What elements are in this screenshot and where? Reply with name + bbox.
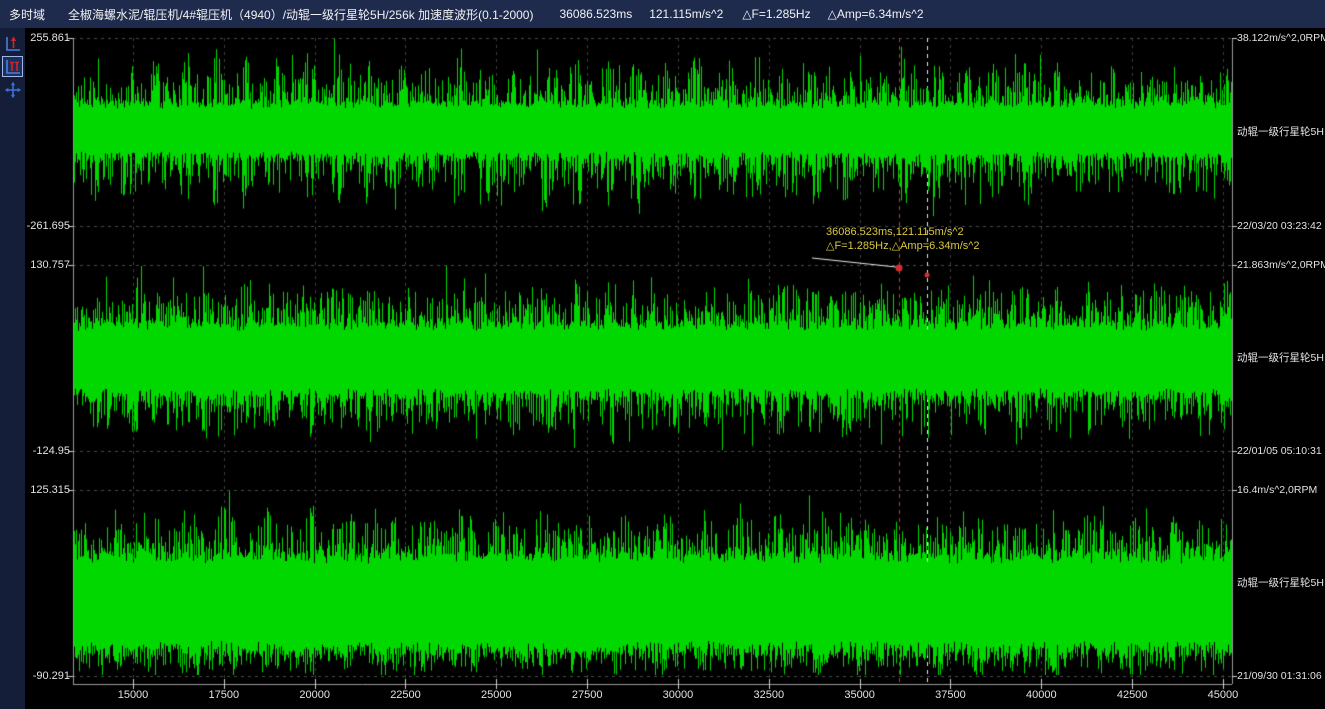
measurement-path: 全椒海螺水泥/辊压机/4#辊压机（4940）/动辊一级行星轮5H/256k 加速… [68, 6, 533, 23]
annotation-line1: 36086.523ms,121.115m/s^2 [826, 225, 980, 239]
pan-tool[interactable] [2, 79, 23, 100]
mode-label: 多时域 [9, 6, 45, 23]
harmonic-cursor-tool[interactable] [2, 56, 23, 77]
single-cursor-icon [4, 35, 22, 53]
cursor-annotation[interactable]: 36086.523ms,121.115m/s^2 △F=1.285Hz,△Amp… [826, 225, 980, 253]
delta-frequency-readout: △F=1.285Hz [742, 7, 810, 21]
cursor-time-readout: 36086.523ms [559, 7, 632, 21]
waveform-canvas[interactable] [25, 28, 1325, 709]
single-cursor-tool[interactable] [2, 33, 23, 54]
harmonic-cursor-icon [4, 58, 22, 76]
cursor-amplitude-readout: 121.115m/s^2 [649, 7, 723, 21]
pan-move-icon [4, 81, 22, 99]
toolbar-sidebar [0, 28, 25, 709]
annotation-line2: △F=1.285Hz,△Amp=6.34m/s^2 [826, 239, 980, 253]
delta-amplitude-readout: △Amp=6.34m/s^2 [828, 7, 924, 21]
titlebar: 多时域 全椒海螺水泥/辊压机/4#辊压机（4940）/动辊一级行星轮5H/256… [0, 0, 1325, 28]
